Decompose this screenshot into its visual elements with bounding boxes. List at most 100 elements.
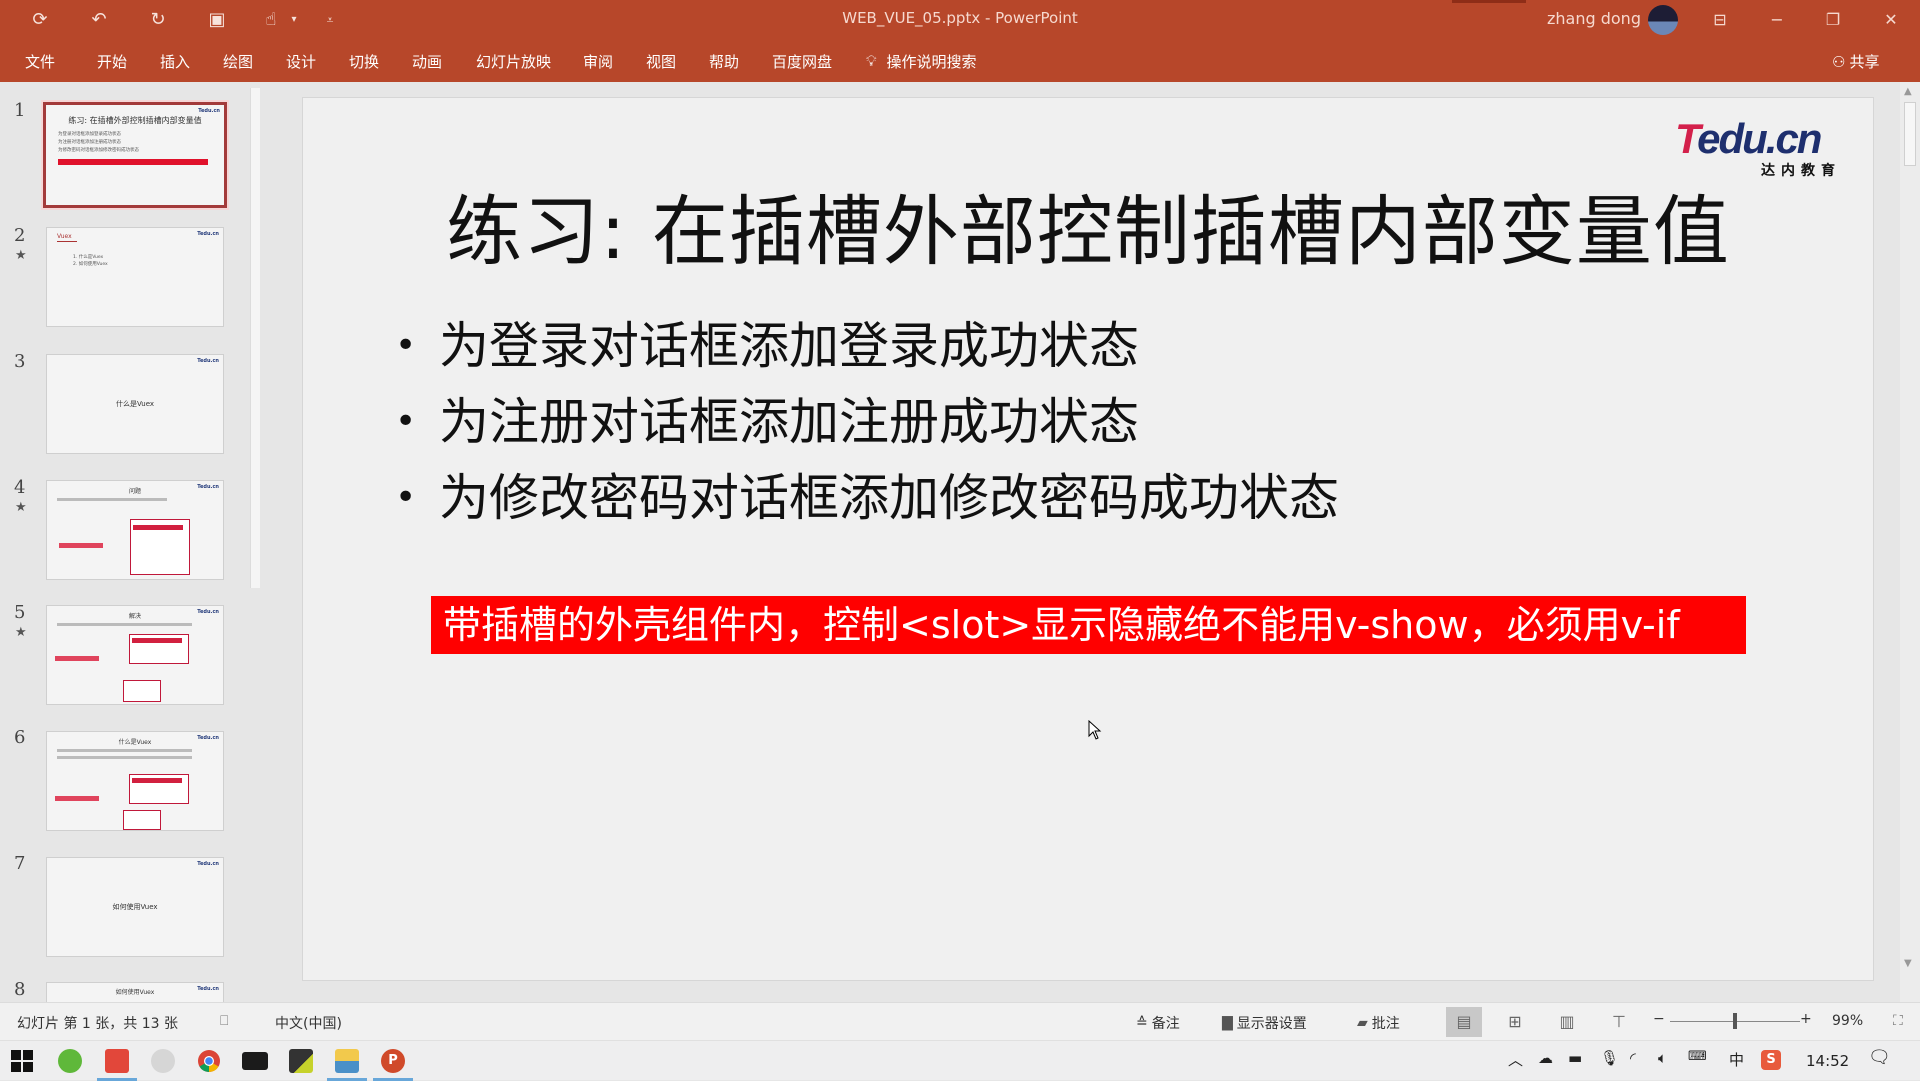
taskbar-app-editor[interactable] (279, 1041, 323, 1081)
zoom-level[interactable]: 99% (1832, 1013, 1863, 1029)
tab-transitions[interactable]: 切换 (349, 51, 379, 72)
redo-icon[interactable]: ↻ (144, 7, 172, 33)
onedrive-icon[interactable]: ☁ (1538, 1049, 1553, 1067)
bullet-text: 为修改密码对话框添加修改密码成功状态 (439, 469, 1339, 527)
system-clock[interactable]: 14:52 (1806, 1052, 1849, 1070)
tab-home[interactable]: 开始 (97, 51, 127, 72)
tab-view[interactable]: 视图 (646, 51, 676, 72)
battery-icon[interactable]: ▬ (1568, 1049, 1582, 1067)
thumb-line: 为修改密码对话框添加修改密码成功状态 (58, 148, 139, 153)
scroll-up-icon[interactable]: ▲ (1904, 86, 1912, 97)
tab-design[interactable]: 设计 (286, 51, 316, 72)
bullet-item: • 为登录对话框添加登录成功状态 (395, 308, 1339, 384)
fit-to-window-icon[interactable]: ⛶ (1893, 1013, 1903, 1029)
slide-thumbnail-1[interactable]: Tedu.cn 练习: 在插槽外部控制插槽内部变量值 为登录对话框添加登录成功状… (43, 102, 227, 208)
mouse-cursor-icon (1088, 720, 1102, 740)
thumb-diagram-bar (55, 796, 99, 801)
powerpoint-icon: P (381, 1049, 405, 1073)
tell-me-label: 操作说明搜索 (886, 52, 977, 71)
thumb-line: 为注册对话框添加注册成功状态 (58, 140, 121, 145)
restore-icon[interactable]: ❐ (1810, 0, 1856, 40)
slide-thumbnail-3[interactable]: Tedu.cn 什么是Vuex (46, 354, 224, 454)
slide-thumbnail-4[interactable]: Tedu.cn 问题 (46, 480, 224, 580)
comment-icon: ▰ (1357, 1015, 1368, 1031)
share-label: 共享 (1849, 53, 1880, 71)
volume-icon[interactable]: 🔈︎ (1658, 1049, 1667, 1067)
bullet-list[interactable]: • 为登录对话框添加登录成功状态 • 为注册对话框添加注册成功状态 • 为修改密码对话… (395, 308, 1339, 536)
touch-keyboard-icon[interactable]: ⌨ (1688, 1049, 1707, 1064)
tell-me-search[interactable]: 💡︎ 操作说明搜索 (866, 49, 977, 73)
taskbar-app-powerpoint[interactable]: P (371, 1041, 415, 1081)
file-explorer-icon (335, 1049, 359, 1073)
slide-thumbnail-7[interactable]: Tedu.cn 如何使用Vuex (46, 857, 224, 957)
start-button[interactable] (0, 1041, 44, 1081)
display-settings-button[interactable]: ▇ 显示器设置 (1222, 1013, 1307, 1033)
ime-indicator[interactable]: 中 (1729, 1049, 1744, 1070)
taskbar-app-terminal[interactable] (233, 1041, 277, 1081)
highlight-banner[interactable]: 带插槽的外壳组件内，控制<slot>显示隐藏绝不能用v-show，必须用v-if (431, 596, 1746, 654)
taskbar-app-brush[interactable] (141, 1041, 185, 1081)
tab-help[interactable]: 帮助 (709, 51, 739, 72)
zoom-in-button[interactable]: + (1800, 1011, 1812, 1027)
accessibility-icon[interactable]: ⎕ (220, 1013, 228, 1029)
taskbar-app-green[interactable] (48, 1041, 92, 1081)
tab-draw[interactable]: 绘图 (223, 51, 253, 72)
bullet-item: • 为修改密码对话框添加修改密码成功状态 (395, 460, 1339, 536)
reading-view-button[interactable]: ▥ (1549, 1007, 1585, 1037)
thumb-red-banner (58, 159, 208, 165)
close-icon[interactable]: ✕ (1868, 0, 1914, 40)
bullet-dot: • (395, 325, 417, 366)
undo-icon[interactable]: ↶ (85, 7, 113, 33)
tab-review[interactable]: 审阅 (583, 51, 613, 72)
bullet-text: 为注册对话框添加注册成功状态 (439, 393, 1139, 451)
thumb-title: 解决 (128, 613, 141, 620)
sogou-ime-icon[interactable]: S (1761, 1050, 1781, 1070)
ribbon-display-options-icon[interactable]: ⊟ (1697, 0, 1743, 40)
user-name[interactable]: zhang dong (1547, 9, 1641, 28)
tab-insert[interactable]: 插入 (160, 51, 190, 72)
tab-baidu-netdisk[interactable]: 百度网盘 (772, 51, 832, 72)
notes-button[interactable]: ≙ 备注 (1136, 1013, 1180, 1033)
thumb-number: 7 (14, 853, 26, 874)
slide-thumbnail-2[interactable]: Tedu.cn Vuex 1. 什么是Vuex 2. 如何使用Vuex (46, 227, 224, 327)
scroll-down-icon[interactable]: ▼ (1904, 958, 1912, 969)
touch-dropdown-icon[interactable]: ▾ (280, 7, 308, 33)
slide-scrollbar[interactable]: ▲ ▼ (1900, 82, 1920, 1002)
taskbar-app-explorer[interactable] (325, 1041, 369, 1081)
tab-animations[interactable]: 动画 (412, 51, 442, 72)
language-indicator[interactable]: 中文(中国) (275, 1013, 342, 1033)
thumb-line: 为登录对话框添加登录成功状态 (58, 132, 121, 137)
minimize-icon[interactable]: − (1754, 0, 1800, 40)
comments-button[interactable]: ▰ 批注 (1357, 1013, 1400, 1033)
share-button[interactable]: ⚇ 共享 (1832, 51, 1879, 72)
scrollbar-thumb[interactable] (1904, 102, 1916, 166)
start-slideshow-icon[interactable]: ▣ (203, 7, 231, 33)
action-center-icon[interactable]: 🗨︎ (1868, 1047, 1891, 1068)
thumb-diagram-box (123, 680, 161, 702)
tab-file[interactable]: 文件 (25, 51, 55, 72)
thumb-logo: Tedu.cn (198, 108, 220, 114)
zoom-slider-thumb[interactable] (1733, 1013, 1737, 1029)
slide-sorter-button[interactable]: ⊞ (1497, 1007, 1533, 1037)
tab-slideshow[interactable]: 幻灯片放映 (476, 51, 551, 72)
zoom-out-button[interactable]: − (1653, 1011, 1665, 1027)
slideshow-view-button[interactable]: ⊤ (1601, 1007, 1637, 1037)
taskbar-app-chrome[interactable] (187, 1041, 231, 1081)
normal-view-button[interactable]: ▤ (1446, 1007, 1482, 1037)
microphone-icon[interactable]: 🎙︎ (1600, 1049, 1619, 1067)
slide-thumbnail-8[interactable]: Tedu.cn 如何使用Vuex (46, 982, 224, 1002)
notes-label: 备注 (1151, 1016, 1180, 1032)
thumb-diagram-bar (132, 778, 182, 783)
slide-title[interactable]: 练习: 在插槽外部控制插槽内部变量值 (303, 170, 1873, 280)
customize-qat-icon[interactable]: ⩡ (316, 7, 344, 33)
slide-thumbnail-6[interactable]: Tedu.cn 什么是Vuex (46, 731, 224, 831)
current-slide[interactable]: Tedu.cn 达内教育 练习: 在插槽外部控制插槽内部变量值 • 为登录对话框添… (302, 97, 1874, 981)
wifi-icon[interactable]: ◜ (1630, 1049, 1636, 1067)
slide-thumbnail-5[interactable]: Tedu.cn 解决 (46, 605, 224, 705)
avatar[interactable] (1648, 5, 1678, 35)
thumbnail-scrollbar[interactable] (250, 88, 260, 588)
taskbar-app-recorder[interactable] (95, 1041, 139, 1081)
show-hidden-icons[interactable]: ︿ (1508, 1049, 1523, 1070)
autosave-icon[interactable]: ⟳ (26, 7, 54, 33)
slide-thumbnail-panel: 1 Tedu.cn 练习: 在插槽外部控制插槽内部变量值 为登录对话框添加登录成… (0, 82, 262, 1002)
